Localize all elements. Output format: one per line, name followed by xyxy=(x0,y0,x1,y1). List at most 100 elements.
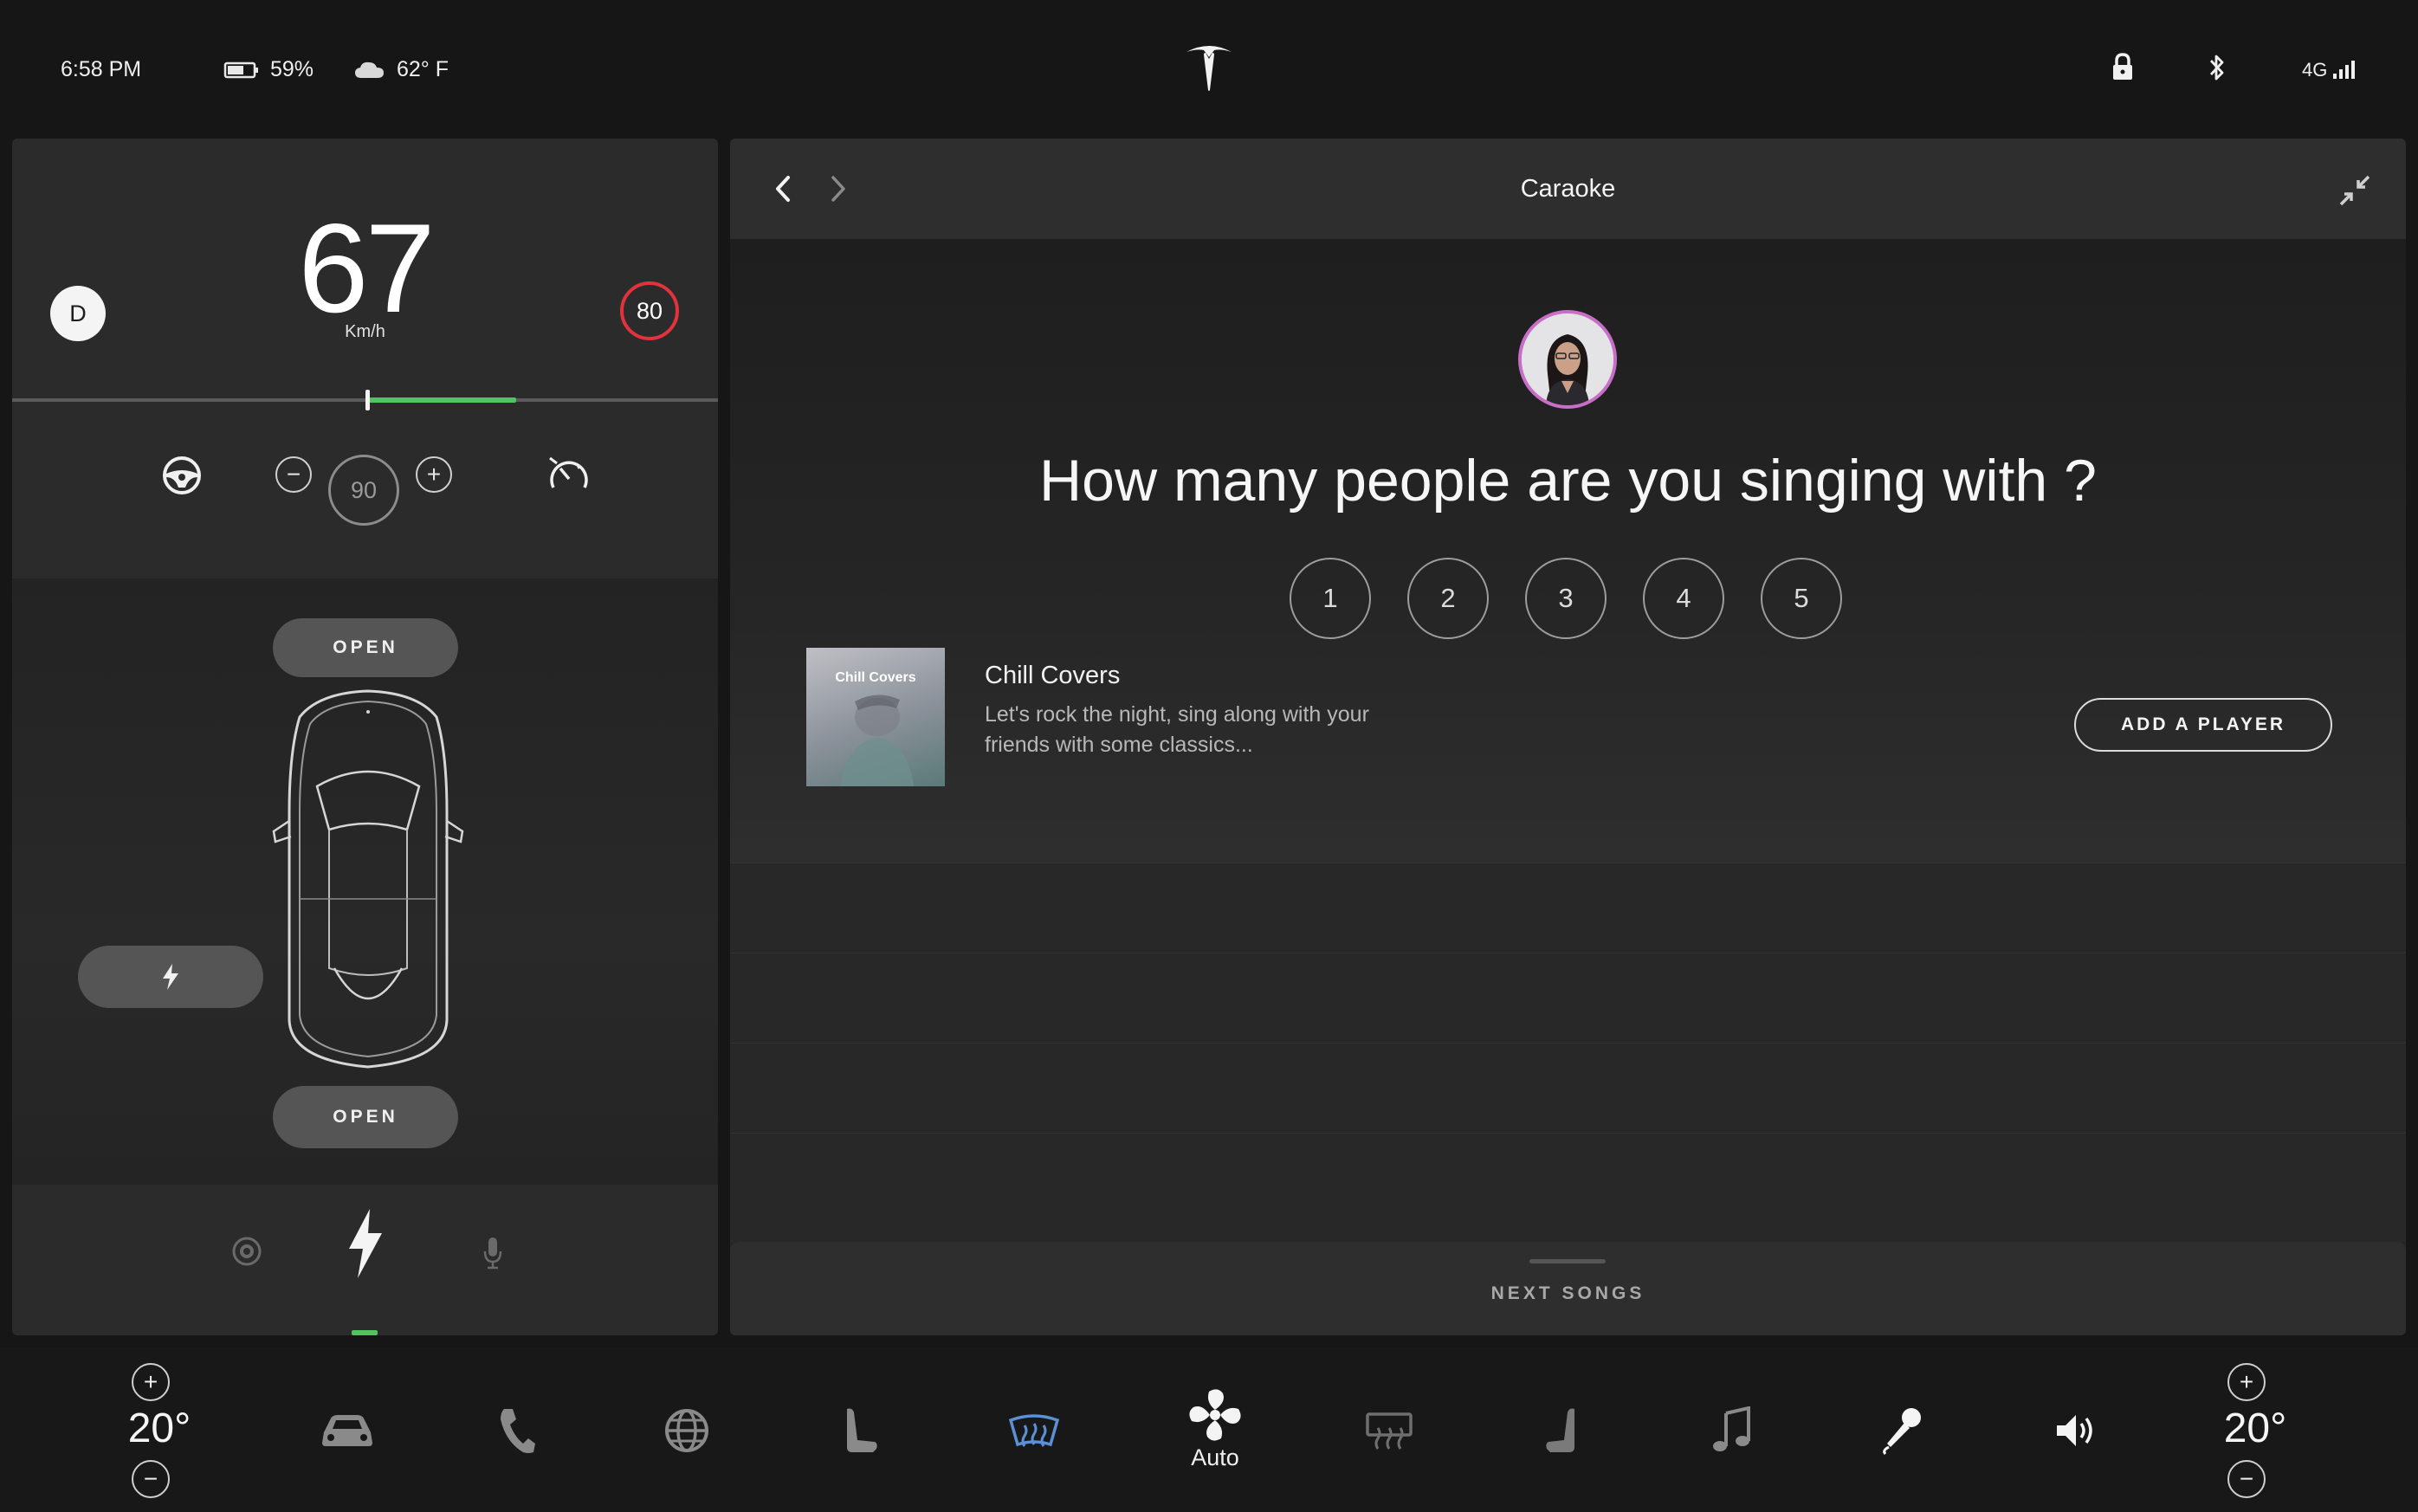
add-player-button[interactable]: ADD A PLAYER xyxy=(2074,698,2332,752)
player-select-section: How many people are you singing with ? 1… xyxy=(730,239,2406,863)
signal-status: 4G xyxy=(2302,59,2356,81)
media-button[interactable] xyxy=(1697,1396,1767,1465)
player-count-4[interactable]: 4 xyxy=(1643,558,1724,639)
weather-status[interactable]: 62° F xyxy=(353,57,449,82)
app-header: Caraoke xyxy=(730,139,2406,239)
player-count-question: How many people are you singing with ? xyxy=(1039,448,2097,514)
user-avatar[interactable] xyxy=(1518,310,1617,409)
signal-icon xyxy=(2333,61,2356,79)
front-defrost-icon xyxy=(1008,1414,1060,1447)
tesla-logo xyxy=(1186,46,1232,91)
phone-button[interactable] xyxy=(482,1396,552,1465)
front-defrost-button[interactable] xyxy=(999,1396,1069,1465)
speed-unit: Km/h xyxy=(345,322,385,341)
caraoke-app: Caraoke How many people are you singing … xyxy=(730,139,2406,1335)
status-bar: 6:58 PM 59% 62° F 4G xyxy=(0,0,2418,139)
minimize-button[interactable] xyxy=(2332,168,2377,213)
speedometer-icon xyxy=(549,456,588,488)
fan-icon xyxy=(1189,1389,1241,1441)
speed-limit-sign: 80 xyxy=(620,281,679,340)
car-button[interactable] xyxy=(313,1396,382,1465)
lightning-icon xyxy=(163,964,178,990)
next-songs-label: NEXT SONGS xyxy=(1490,1283,1645,1303)
queue-row[interactable] xyxy=(730,1043,2406,1133)
vehicle-panel: D 67 Km/h 80 − 90 + OPEN OPEN xyxy=(12,139,718,1335)
battery-icon xyxy=(223,61,258,78)
app-title: Caraoke xyxy=(1520,175,1616,203)
playlist-cover[interactable]: Chill Covers xyxy=(806,648,945,786)
microphone-icon xyxy=(483,1237,502,1270)
volume-icon xyxy=(2057,1415,2092,1446)
collapse-icon xyxy=(2339,175,2370,206)
fan-mode-label: Auto xyxy=(1191,1444,1239,1470)
driver-seat-button[interactable] xyxy=(826,1396,895,1465)
player-count-1[interactable]: 1 xyxy=(1290,558,1371,639)
voice-button[interactable] xyxy=(462,1223,523,1283)
cover-label: Chill Covers xyxy=(835,670,916,685)
player-count-options: 1 2 3 4 5 xyxy=(1290,558,1842,639)
bluetooth-icon[interactable] xyxy=(2207,52,2227,83)
globe-icon xyxy=(665,1409,708,1452)
player-count-3[interactable]: 3 xyxy=(1525,558,1607,639)
queue-row[interactable] xyxy=(730,863,2406,953)
queue-row[interactable] xyxy=(730,953,2406,1043)
caraoke-button[interactable] xyxy=(1867,1396,1936,1465)
battery-status[interactable]: 59% xyxy=(223,57,314,82)
speed-decrease-button[interactable]: − xyxy=(275,456,312,493)
playlist-description: Let's rock the night, sing along with yo… xyxy=(985,702,1369,757)
left-temp-increase[interactable]: + xyxy=(132,1363,170,1401)
phone-icon xyxy=(501,1409,535,1453)
rear-defrost-icon xyxy=(1366,1412,1413,1450)
set-speed: 90 xyxy=(328,455,399,526)
player-count-2[interactable]: 2 xyxy=(1407,558,1489,639)
right-temperature[interactable]: 20° xyxy=(2203,1405,2307,1452)
camera-button[interactable] xyxy=(217,1221,277,1282)
network-type: 4G xyxy=(2302,59,2328,81)
player-count-5[interactable]: 5 xyxy=(1761,558,1842,639)
clock-text: 6:58 PM xyxy=(61,57,142,81)
car-top-view xyxy=(272,689,464,1069)
battery-percent: 59% xyxy=(270,57,314,81)
karaoke-mic-icon xyxy=(1883,1408,1921,1456)
steering-wheel-icon xyxy=(163,456,201,494)
speed-marker xyxy=(365,390,370,410)
trunk-open-button[interactable]: OPEN xyxy=(273,1086,458,1148)
car-icon xyxy=(322,1415,372,1446)
climate-dock: + 20° − Auto + 20° − xyxy=(0,1347,2418,1512)
right-temp-decrease[interactable]: − xyxy=(2227,1460,2266,1498)
speed-section: D 67 Km/h 80 − 90 + xyxy=(12,139,718,578)
lock-icon[interactable] xyxy=(2110,52,2136,83)
browser-button[interactable] xyxy=(652,1396,721,1465)
speed-range-bar xyxy=(369,397,516,403)
left-temp-decrease[interactable]: − xyxy=(132,1460,170,1498)
car-section: OPEN OPEN xyxy=(12,578,718,1185)
seat-icon xyxy=(847,1408,877,1452)
quick-controls xyxy=(12,1185,718,1335)
fan-button[interactable] xyxy=(1180,1380,1250,1450)
frunk-open-button[interactable]: OPEN xyxy=(273,618,458,677)
queue-row[interactable] xyxy=(730,1133,2406,1242)
charge-port-button[interactable] xyxy=(78,946,263,1008)
left-temperature[interactable]: 20° xyxy=(107,1405,211,1452)
cover-art xyxy=(841,695,914,786)
autopilot-button[interactable] xyxy=(142,449,222,502)
lightning-icon xyxy=(349,1209,382,1278)
rear-defrost-button[interactable] xyxy=(1354,1396,1424,1465)
energy-button[interactable] xyxy=(329,1200,402,1287)
current-speed: 67 xyxy=(298,197,435,339)
right-temp-increase[interactable]: + xyxy=(2227,1363,2266,1401)
playlist-title[interactable]: Chill Covers xyxy=(985,662,1120,690)
volume-button[interactable] xyxy=(2040,1396,2110,1465)
active-tab-indicator xyxy=(352,1330,378,1335)
cloud-icon xyxy=(355,61,384,78)
avatar-image xyxy=(1522,313,1613,405)
next-songs-drawer[interactable]: NEXT SONGS xyxy=(730,1242,2406,1335)
drawer-handle[interactable] xyxy=(1529,1259,1606,1263)
passenger-seat-button[interactable] xyxy=(1526,1396,1595,1465)
camera-icon xyxy=(232,1237,262,1266)
clock: 6:58 PM xyxy=(61,57,141,82)
cruise-control-button[interactable] xyxy=(530,445,608,504)
weather-temp: 62° F xyxy=(397,57,449,81)
speed-increase-button[interactable]: + xyxy=(416,456,452,493)
music-note-icon xyxy=(1713,1406,1750,1451)
